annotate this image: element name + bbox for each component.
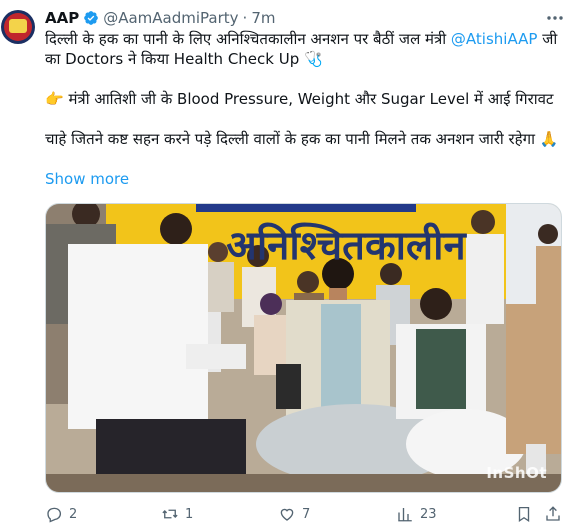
tweet-header: AAP @AamAadmiParty · 7m: [45, 8, 567, 28]
timestamp[interactable]: 7m: [251, 9, 275, 27]
views-button[interactable]: 23: [396, 505, 437, 523]
share-icon: [546, 506, 560, 521]
views-icon: [398, 508, 412, 522]
separator-dot: ·: [242, 9, 248, 27]
tweet-media-photo[interactable]: अनिश्चितकालीन InShOt: [45, 203, 562, 493]
tweet-paragraph-2: 👉 मंत्री आतिशी जी के Blood Pressure, Wei…: [45, 90, 554, 108]
avatar-broom-mark: [9, 19, 27, 33]
views-count: 23: [420, 506, 437, 522]
tweet-paragraph-1: दिल्ली के हक का पानी के लिए अनिश्चितकाली…: [45, 29, 560, 69]
mention-link[interactable]: @AtishiAAP: [451, 30, 538, 48]
media-illustration: अनिश्चितकालीन: [46, 204, 561, 492]
media-watermark: InShOt: [486, 464, 547, 482]
media-banner-text: अनिश्चितकालीन: [226, 222, 467, 269]
share-button[interactable]: [544, 505, 568, 523]
tweet-text: दिल्ली के हक का पानी के लिए अनिश्चितकाली…: [45, 29, 560, 149]
like-icon: [280, 508, 294, 521]
avatar[interactable]: [1, 10, 35, 44]
like-button[interactable]: 7: [278, 505, 310, 523]
retweet-icon: [162, 509, 178, 519]
reply-icon: [47, 507, 62, 523]
bookmark-button[interactable]: [515, 505, 539, 523]
show-more-link[interactable]: Show more: [45, 170, 129, 188]
reply-button[interactable]: 2: [45, 505, 77, 523]
like-count: 7: [302, 506, 311, 522]
tweet-text-line1: दिल्ली के हक का पानी के लिए अनिश्चितकाली…: [45, 30, 451, 48]
verified-badge-icon: [84, 11, 99, 25]
retweet-button[interactable]: 1: [161, 505, 193, 523]
bookmark-icon: [518, 506, 530, 523]
author-handle[interactable]: @AamAadmiParty: [103, 9, 238, 27]
more-options-icon[interactable]: [545, 10, 565, 26]
tweet-actions: 2 1 7 23: [45, 505, 565, 525]
reply-count: 2: [69, 506, 78, 522]
retweet-count: 1: [185, 506, 194, 522]
tweet-paragraph-3: चाहे जितने कष्ट सहन करने पड़े दिल्ली वाल…: [45, 130, 559, 148]
author-name[interactable]: AAP: [45, 9, 79, 27]
